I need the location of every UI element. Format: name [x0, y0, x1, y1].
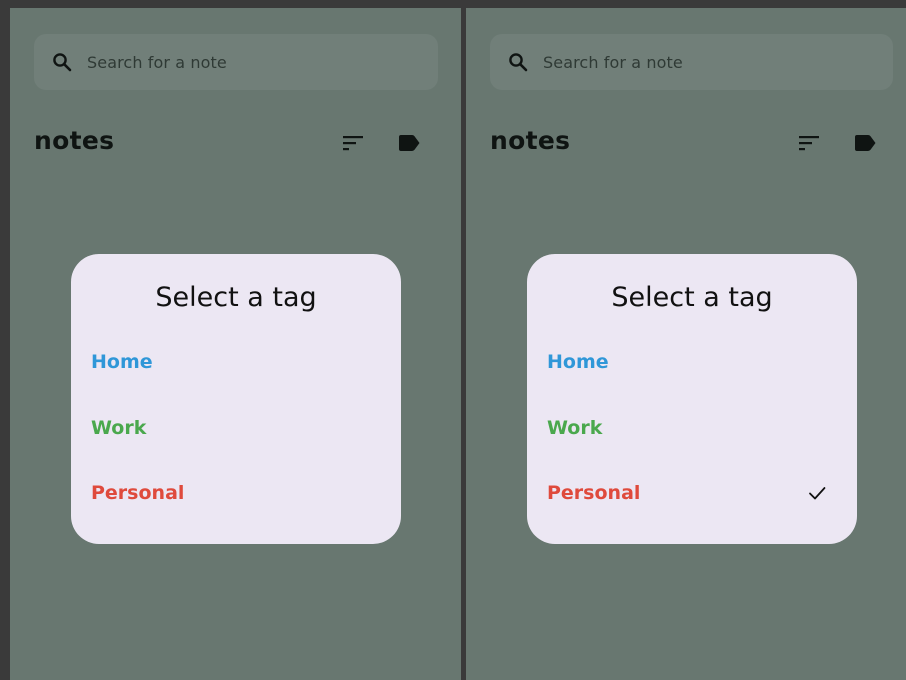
page-title: notes [34, 126, 115, 155]
page-title: notes [490, 126, 571, 155]
search-input[interactable]: Search for a note [543, 53, 683, 72]
check-icon [807, 483, 827, 503]
search-icon [51, 51, 73, 73]
screen-after: Search for a note notes Select a tag Hom… [466, 8, 906, 680]
tag-option-label: Work [91, 417, 147, 439]
comparison-frame: Search for a note notes Select a tag Hom… [0, 0, 906, 680]
search-bar[interactable]: Search for a note [490, 34, 893, 90]
tag-picker-dialog: Select a tag Home Work Personal [527, 254, 857, 544]
tag-option-label: Home [91, 351, 153, 373]
tag-option-work[interactable]: Work [71, 400, 401, 456]
sort-icon[interactable] [340, 132, 366, 154]
tag-option-personal[interactable]: Personal [71, 465, 401, 521]
tag-option-work[interactable]: Work [527, 400, 857, 456]
search-bar[interactable]: Search for a note [34, 34, 438, 90]
tag-picker-dialog: Select a tag Home Work Personal [71, 254, 401, 544]
tag-option-home[interactable]: Home [527, 334, 857, 390]
tag-option-label: Personal [91, 482, 185, 504]
search-icon [507, 51, 529, 73]
label-icon[interactable] [852, 132, 878, 154]
dialog-title: Select a tag [611, 282, 773, 313]
label-icon[interactable] [396, 132, 422, 154]
tag-option-label: Work [547, 417, 603, 439]
tag-option-personal[interactable]: Personal [527, 465, 857, 521]
tag-option-label: Home [547, 351, 609, 373]
tag-option-label: Personal [547, 482, 641, 504]
dialog-title: Select a tag [155, 282, 317, 313]
sort-icon[interactable] [796, 132, 822, 154]
search-input[interactable]: Search for a note [87, 53, 227, 72]
tag-option-home[interactable]: Home [71, 334, 401, 390]
screen-before: Search for a note notes Select a tag Hom… [10, 8, 461, 680]
